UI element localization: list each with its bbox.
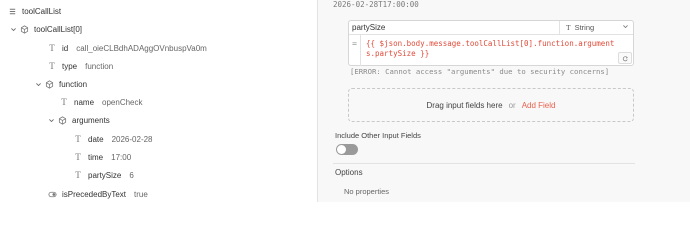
tree-row-partysize[interactable]: T partySize 6	[72, 167, 134, 183]
drop-zone-text: Drag input fields here	[426, 100, 503, 110]
object-icon	[56, 114, 68, 126]
chevron-down-icon	[622, 23, 629, 32]
tree-row-isprecededbytext[interactable]: isPrecededByText true	[46, 186, 148, 202]
tree-key: name	[74, 97, 95, 107]
tree-key: arguments	[72, 115, 110, 125]
divider	[333, 163, 635, 164]
tree-key: id	[62, 43, 69, 53]
tree-row-id[interactable]: T id call_oieCLBdhADAggOVnbuspVa0m	[46, 40, 207, 56]
tree-row-toolcalllist-0[interactable]: toolCallList[0]	[8, 21, 90, 37]
tree-key: time	[88, 152, 104, 162]
tree-key: toolCallList	[22, 6, 62, 16]
object-icon	[43, 78, 55, 90]
list-icon	[6, 5, 18, 17]
text-type-icon: T	[75, 152, 81, 162]
tree-row-arguments[interactable]: arguments	[46, 112, 118, 128]
tree-key: date	[88, 134, 104, 144]
chevron-down-icon[interactable]	[33, 79, 43, 89]
tree-key: partySize	[88, 170, 122, 180]
chevron-down-icon[interactable]	[8, 24, 18, 34]
type-select[interactable]: T String	[559, 20, 629, 35]
previous-field-value: 2026-02-28T17:00:00	[333, 0, 419, 9]
assignment-field: partySize T String = {{ $json.body.messa…	[348, 20, 634, 66]
text-type-icon: T	[49, 43, 55, 53]
tree-value: call_oieCLBdhADAggOVnbuspVa0m	[76, 43, 207, 53]
text-type-icon: T	[49, 61, 55, 71]
text-type-icon: T	[75, 134, 81, 144]
tree-key: function	[59, 79, 88, 89]
tree-value: 17:00	[111, 152, 132, 162]
tree-key: isPrecededByText	[62, 189, 127, 199]
tree-row-name[interactable]: T name openCheck	[58, 94, 143, 110]
tree-key: toolCallList[0]	[34, 24, 83, 34]
field-name-input[interactable]: partySize	[352, 23, 385, 32]
tree-value: function	[85, 61, 114, 71]
chevron-down-icon[interactable]	[46, 115, 56, 125]
tree-row-type[interactable]: T type function	[46, 58, 113, 74]
tree-value: 2026-02-28	[111, 134, 153, 144]
text-type-icon: T	[566, 23, 571, 32]
tree-row-date[interactable]: T date 2026-02-28	[72, 131, 153, 147]
include-other-fields-label: Include Other Input Fields	[335, 131, 421, 140]
tree-key: type	[62, 61, 78, 71]
tree-value: 6	[129, 170, 134, 180]
input-tree-panel: toolCallList toolCallList[0] T id call_o…	[0, 0, 318, 202]
boolean-icon	[46, 188, 58, 200]
type-select-value: String	[574, 23, 595, 32]
text-type-icon: T	[75, 170, 81, 180]
tree-row-time[interactable]: T time 17:00	[72, 149, 131, 165]
expression-indicator: =	[349, 35, 361, 66]
open-expression-editor-button[interactable]	[618, 52, 632, 64]
expression-error: [ERROR: Cannot access "arguments" due to…	[350, 67, 610, 76]
add-field-link[interactable]: Add Field	[522, 101, 556, 110]
tree-value: openCheck	[102, 97, 143, 107]
options-heading: Options	[335, 168, 363, 177]
drop-zone-or: or	[508, 100, 516, 110]
text-type-icon: T	[61, 97, 67, 107]
toggle-knob	[337, 145, 346, 154]
expression-editor[interactable]: = {{ $json.body.message.toolCallList[0].…	[349, 35, 633, 66]
object-icon	[18, 23, 30, 35]
expand-icon	[622, 55, 628, 61]
include-other-fields-toggle[interactable]	[336, 144, 358, 155]
field-header: partySize T String	[349, 20, 633, 35]
expression-text[interactable]: {{ $json.body.message.toolCallList[0].fu…	[361, 35, 623, 66]
tree-row-toolcalllist[interactable]: toolCallList	[6, 3, 69, 19]
drop-zone[interactable]: Drag input fields here or Add Field	[348, 88, 634, 122]
tree-row-function[interactable]: function	[33, 76, 95, 92]
tree-value: true	[134, 189, 148, 199]
no-properties-text: No properties	[344, 187, 390, 196]
